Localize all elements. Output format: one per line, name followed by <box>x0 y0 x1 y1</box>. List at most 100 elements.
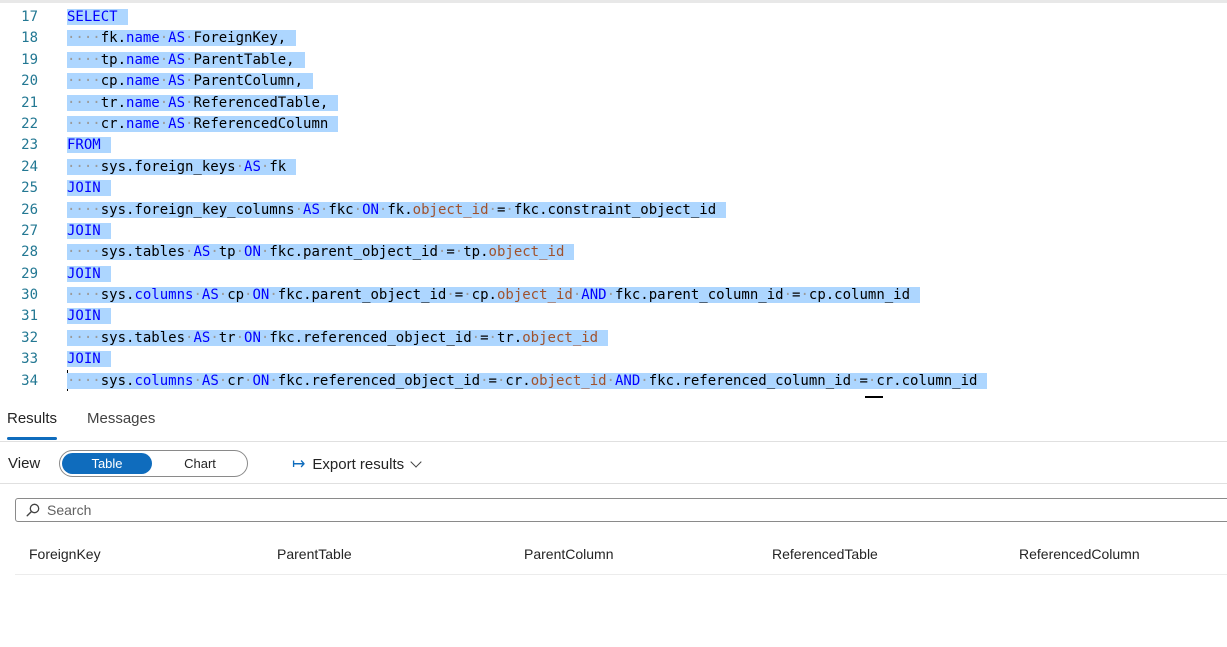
tab-messages[interactable]: Messages <box>87 410 155 438</box>
sql-keyword: columns <box>134 287 194 304</box>
code-line: 29 JOIN <box>0 264 1227 285</box>
sql-token: = <box>488 372 497 389</box>
sql-keyword: AS <box>244 158 261 175</box>
line-number: 28 <box>21 244 38 261</box>
sql-editor[interactable]: 17 SELECT 18 ····fk.name·AS·ForeignKey, 19 ··… <box>0 7 1227 400</box>
sql-token: cr. <box>505 372 531 389</box>
sql-token: ReferencedColumn <box>193 115 329 132</box>
sql-token: cr. <box>100 115 127 132</box>
sql-token: cr <box>227 372 245 389</box>
whitespace-marker: ···· <box>67 372 101 389</box>
sql-token: sys.tables <box>100 244 186 261</box>
sql-keyword: FROM <box>67 137 101 154</box>
sql-token: cp <box>227 287 245 304</box>
view-toggle[interactable]: Table Chart <box>59 450 248 477</box>
whitespace-marker: ···· <box>67 287 101 304</box>
sql-token: tr. <box>100 94 127 111</box>
selection-highlight: JOIN <box>67 265 111 282</box>
whitespace-marker: ···· <box>67 73 101 90</box>
whitespace-marker: · <box>783 287 793 304</box>
whitespace-marker: · <box>454 244 464 261</box>
selection-highlight: ····sys.columns·AS·cp·ON·fkc.parent_obje… <box>67 287 921 304</box>
whitespace-marker: ···· <box>67 244 101 261</box>
whitespace-marker: · <box>606 372 615 389</box>
whitespace-marker: · <box>480 372 489 389</box>
code-line: 20 ····cp.name·AS·ParentColumn, <box>0 71 1227 92</box>
column-header-foreignkey[interactable]: ForeignKey <box>29 546 101 562</box>
sql-function: object_id <box>412 201 489 218</box>
sql-token: = <box>446 244 455 261</box>
export-results-button[interactable]: ↦ Export results <box>292 454 422 474</box>
table-view-option[interactable]: Table <box>62 453 152 474</box>
line-number: 17 <box>21 9 38 25</box>
sql-token: tr. <box>496 329 523 346</box>
sql-keyword: AS <box>168 115 186 132</box>
results-tabs: Results Messages <box>0 400 1227 442</box>
whitespace-marker: ···· <box>67 158 101 175</box>
code-line: 21 ····tr.name·AS·ReferencedTable, <box>0 93 1227 114</box>
sql-function: object_id <box>522 329 599 346</box>
selection-highlight: JOIN <box>67 222 111 239</box>
chart-view-option[interactable]: Chart <box>156 453 244 474</box>
line-number: 23 <box>21 137 38 154</box>
code-text: JOIN <box>67 178 111 199</box>
whitespace-marker: · <box>235 329 245 346</box>
whitespace-marker: · <box>269 372 278 389</box>
sql-keyword: name <box>126 115 160 132</box>
code-line: 31 JOIN <box>0 306 1227 327</box>
sql-token: fkc.referenced_column_id <box>648 372 852 389</box>
search-input[interactable] <box>47 501 947 519</box>
sql-token: fkc.referenced_object_id <box>277 372 481 389</box>
column-header-parentcolumn[interactable]: ParentColumn <box>524 546 614 562</box>
sql-token: fk. <box>100 30 127 47</box>
sql-token: cr.column_id <box>876 372 978 389</box>
column-header-parenttable[interactable]: ParentTable <box>277 546 352 562</box>
search-box[interactable] <box>15 498 1227 522</box>
whitespace-marker: ···· <box>67 329 101 346</box>
sql-token: fkc.parent_object_id <box>277 287 447 304</box>
sql-keyword: ON <box>244 329 261 346</box>
line-number: 32 <box>21 329 38 346</box>
selection-highlight: ····sys.tables·AS·tp·ON·fkc.parent_objec… <box>67 244 575 261</box>
sql-keyword: JOIN <box>67 222 101 239</box>
selection-highlight: FROM <box>67 137 111 154</box>
whitespace-marker: · <box>159 30 169 47</box>
sql-keyword: columns <box>134 372 194 389</box>
line-number: 24 <box>21 158 38 175</box>
sql-token: = <box>859 372 868 389</box>
selection-highlight: SELECT <box>67 9 128 25</box>
sql-token: tp. <box>100 51 127 68</box>
line-number: 27 <box>21 222 38 239</box>
whitespace-marker: ···· <box>67 115 101 132</box>
selection-highlight: JOIN <box>67 351 111 368</box>
code-line: 19 ····tp.name·AS·ParentTable, <box>0 50 1227 71</box>
code-line: 24 ····sys.foreign_keys·AS·fk <box>0 157 1227 178</box>
selection-highlight: ····sys.columns·AS·cr·ON·fkc.referenced_… <box>67 372 988 389</box>
tab-results[interactable]: Results <box>7 410 58 440</box>
search-icon <box>26 503 40 517</box>
line-number: 29 <box>21 265 38 282</box>
sql-keyword: AND <box>614 372 641 389</box>
code-line: 22 ····cr.name·AS·ReferencedColumn <box>0 114 1227 135</box>
selection-highlight: JOIN <box>67 308 111 325</box>
whitespace-marker: ···· <box>67 30 101 47</box>
sql-token: cp. <box>100 73 127 90</box>
line-number: 30 <box>21 287 38 304</box>
code-text: ····sys.tables·AS·tr·ON·fkc.referenced_o… <box>67 328 609 349</box>
line-number: 25 <box>21 180 38 197</box>
column-header-referencedtable[interactable]: ReferencedTable <box>772 546 878 562</box>
sql-token: sys.tables <box>100 329 186 346</box>
sql-token: fkc <box>328 201 354 218</box>
code-line: 30 ····sys.columns·AS·cp·ON·fkc.parent_ob… <box>0 285 1227 306</box>
code-text: JOIN <box>67 264 111 285</box>
whitespace-marker: · <box>159 115 169 132</box>
whitespace-marker: · <box>218 287 228 304</box>
selection-highlight: ····sys.tables·AS·tr·ON·fkc.referenced_o… <box>67 329 609 346</box>
sql-function: object_id <box>488 244 565 261</box>
sql-token: fk <box>269 158 287 175</box>
column-header-referencedcolumn[interactable]: ReferencedColumn <box>1019 546 1140 562</box>
sql-keyword: JOIN <box>67 308 101 325</box>
results-grid-header: ForeignKey ParentTable ParentColumn Refe… <box>15 534 1227 575</box>
whitespace-marker: · <box>505 201 514 218</box>
whitespace-marker: ···· <box>67 51 101 68</box>
